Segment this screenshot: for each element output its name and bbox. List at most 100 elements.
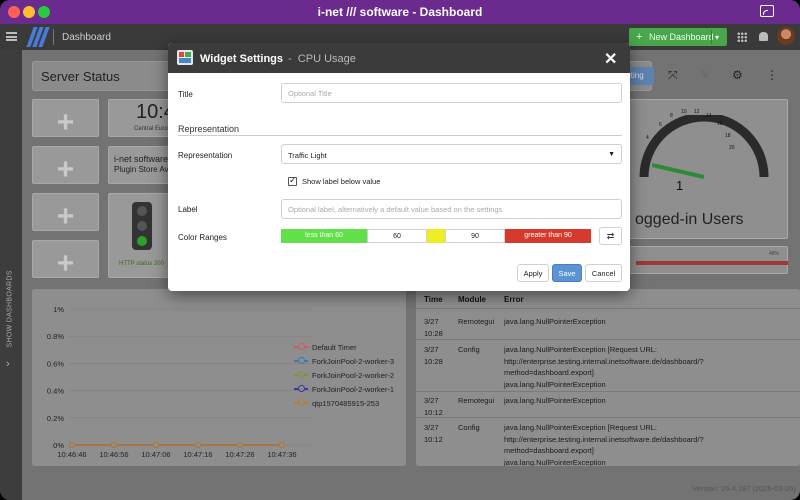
pencil-icon[interactable]: ✎ bbox=[700, 68, 710, 82]
add-widget-tile[interactable] bbox=[32, 146, 99, 187]
x-tick-label: 10:46:56 bbox=[99, 450, 128, 459]
app-window: i-net /// software - Dashboard Dashboard… bbox=[0, 0, 800, 500]
traffic-light bbox=[132, 202, 152, 250]
window-title: i-net /// software - Dashboard bbox=[317, 5, 483, 19]
gauge-tick-label: 4 bbox=[646, 135, 649, 141]
color-ranges-label: Color Ranges bbox=[178, 233, 227, 242]
chevron-right-icon[interactable]: › bbox=[6, 358, 10, 370]
legend-marker bbox=[294, 399, 308, 406]
close-icon[interactable]: ✕ bbox=[604, 49, 617, 69]
x-tick-label: 10:46:46 bbox=[57, 450, 86, 459]
save-button[interactable]: Save bbox=[552, 264, 582, 282]
widget-settings-dialog: Widget Settings - CPU Usage ✕ Title Repr… bbox=[168, 43, 630, 291]
chevron-down-icon: ▼ bbox=[608, 151, 615, 158]
gauge-tick-label: 20 bbox=[729, 145, 735, 151]
legend-marker bbox=[294, 385, 308, 392]
button-divider bbox=[711, 30, 712, 44]
memory-usage-bar bbox=[636, 261, 788, 265]
apps-grid-icon[interactable] bbox=[737, 32, 747, 42]
add-widget-tile[interactable] bbox=[32, 193, 99, 234]
data-point[interactable] bbox=[237, 442, 243, 448]
dialog-title: Widget Settings bbox=[200, 53, 284, 65]
new-dashboard-label: New Dashboard bbox=[649, 32, 714, 42]
row-divider bbox=[416, 339, 800, 340]
column-header-time[interactable]: Time bbox=[424, 295, 443, 304]
legend-label: ForkJoinPool-2-worker-2 bbox=[312, 371, 395, 380]
dialog-header: Widget Settings - CPU Usage ✕ bbox=[168, 43, 630, 73]
avatar[interactable] bbox=[777, 27, 795, 45]
error-log-panel: Time Module Error 3/27 10:28 Remotegui j… bbox=[416, 289, 800, 466]
clock-timezone: Central Euro bbox=[134, 126, 168, 132]
row-time: 3/27 10:28 bbox=[424, 345, 443, 366]
version-label: Version: 26.4.187 (2026-03-26) bbox=[692, 484, 796, 493]
legend-marker bbox=[294, 357, 308, 364]
gauge-tick-label: 16 bbox=[717, 121, 723, 127]
bell-icon[interactable] bbox=[759, 32, 768, 41]
section-heading-representation: Representation bbox=[178, 124, 240, 134]
add-widget-tile[interactable] bbox=[32, 240, 99, 281]
row-module: Remotegui bbox=[458, 317, 495, 326]
show-label-checkbox-label[interactable]: Show label below value bbox=[302, 177, 380, 186]
row-error: java.lang.NullPointerException bbox=[504, 317, 606, 326]
show-dashboards-label: SHOW DASHBOARDS bbox=[6, 270, 14, 348]
swap-colors-button[interactable]: ⇄ bbox=[599, 227, 622, 245]
more-vertical-icon[interactable]: ⋮ bbox=[766, 68, 778, 82]
data-point[interactable] bbox=[153, 442, 159, 448]
title-input[interactable] bbox=[281, 83, 622, 103]
chevron-down-icon[interactable]: ▾ bbox=[715, 33, 719, 42]
gauge bbox=[639, 115, 769, 179]
add-widget-tile[interactable] bbox=[32, 99, 99, 140]
y-tick-label: 0% bbox=[53, 441, 64, 450]
data-point[interactable] bbox=[69, 442, 75, 448]
cancel-button[interactable]: Cancel bbox=[585, 264, 622, 282]
row-divider bbox=[416, 417, 800, 418]
row-time: 3/27 10:12 bbox=[424, 423, 443, 444]
column-header-module[interactable]: Module bbox=[458, 295, 486, 304]
app-name: Dashboard bbox=[62, 32, 111, 43]
http-status-label: HTTP status 200 bbox=[119, 261, 164, 267]
threshold-2-input[interactable]: 90 bbox=[445, 229, 505, 243]
row-module: Remotegui bbox=[458, 396, 495, 405]
dialog-subtitle-text: CPU Usage bbox=[297, 53, 356, 65]
row-error: java.lang.NullPointerException [Request … bbox=[504, 345, 704, 389]
range-high: greater than 90 bbox=[505, 229, 591, 243]
traffic-light-red bbox=[137, 206, 147, 216]
section-divider bbox=[178, 135, 622, 136]
gauge-tick-label: 12 bbox=[694, 109, 700, 115]
row-error: java.lang.NullPointerException [Request … bbox=[504, 423, 704, 466]
gear-icon[interactable]: ⚙ bbox=[732, 68, 743, 82]
cpu-chart-panel: 1% 0.8% 0.6% 0.4% 0.2% 0% 10:46:46 10:46:56 10:4… bbox=[32, 289, 406, 466]
representation-select[interactable]: Traffic Light ▼ bbox=[281, 144, 622, 164]
new-dashboard-button[interactable]: + New Dashboard ▾ bbox=[629, 28, 727, 46]
gauge-value: 1 bbox=[676, 178, 684, 193]
representation-field-label: Representation bbox=[178, 151, 233, 160]
show-dashboards-strip[interactable]: SHOW DASHBOARDS › bbox=[0, 50, 22, 500]
data-point[interactable] bbox=[111, 442, 117, 448]
range-mid bbox=[427, 229, 445, 243]
fullscreen-icon[interactable]: ⤧ bbox=[668, 68, 678, 83]
legend-label: ForkJoinPool-2-worker-3 bbox=[312, 357, 395, 366]
label-input[interactable] bbox=[281, 199, 622, 219]
data-point[interactable] bbox=[195, 442, 201, 448]
y-tick-label: 1% bbox=[53, 305, 64, 314]
editing-button[interactable]: iting bbox=[626, 67, 654, 85]
gauge-label: ogged-in Users bbox=[635, 211, 744, 228]
dialog-subtitle-separator: - bbox=[288, 53, 292, 65]
gauge-tick-label: 8 bbox=[670, 113, 673, 119]
header-divider bbox=[416, 308, 800, 309]
legend-label: Default Timer bbox=[312, 343, 357, 352]
data-point[interactable] bbox=[279, 442, 285, 448]
gauge-tick-label: 18 bbox=[725, 133, 731, 139]
apply-button[interactable]: Apply bbox=[517, 264, 549, 282]
traffic-light-green bbox=[137, 236, 147, 246]
representation-select-value: Traffic Light bbox=[288, 151, 327, 160]
plus-icon: + bbox=[636, 31, 643, 43]
threshold-1-input[interactable]: 60 bbox=[367, 229, 427, 243]
menu-icon[interactable] bbox=[6, 32, 17, 41]
column-header-error[interactable]: Error bbox=[504, 295, 524, 304]
dialog-subtitle: - CPU Usage bbox=[288, 53, 356, 65]
plugin-store-line1: i-net software bbox=[114, 154, 169, 164]
cast-icon[interactable] bbox=[760, 5, 774, 17]
swap-icon: ⇄ bbox=[606, 231, 615, 241]
show-label-checkbox[interactable] bbox=[288, 175, 297, 186]
